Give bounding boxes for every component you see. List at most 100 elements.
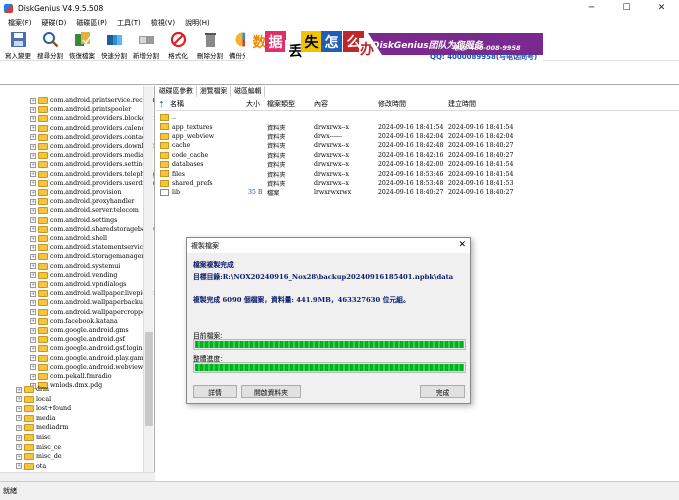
menu-help[interactable]: 說明(H) [180,18,215,28]
delete-partition-button[interactable]: 刪除分割 [194,31,226,61]
expand-icon[interactable]: + [30,263,36,270]
menu-disk[interactable]: 硬碟(D) [37,18,72,28]
tree-item[interactable]: + com.android.proxyhandler [30,197,135,206]
tree-item[interactable]: + com.android.vending [30,271,117,280]
file-row[interactable]: shared_prefs 資料夾 drwxrwx--x 2024-09-16 18:5… [156,179,679,188]
expand-icon[interactable]: + [16,386,22,393]
expand-icon[interactable]: + [30,355,36,362]
search-partition-button[interactable]: 搜尋分割 [34,31,66,61]
expand-icon[interactable]: + [30,318,36,325]
expand-icon[interactable]: + [30,281,36,288]
expand-icon[interactable]: + [30,171,36,178]
expand-icon[interactable]: + [16,453,22,460]
expand-icon[interactable]: + [30,198,36,205]
tree-item[interactable]: + com.android.vpndialogs [30,280,127,289]
expand-icon[interactable]: + [16,415,22,422]
expand-icon[interactable]: + [30,189,36,196]
dialog-close-icon[interactable]: ✕ [458,240,466,250]
minimize-button[interactable]: ─ [574,0,609,16]
tree-item[interactable]: + com.android.providers.media [30,151,144,160]
expand-icon[interactable]: + [30,373,36,380]
sort-up-icon[interactable]: ⇡ [158,100,165,109]
expand-icon[interactable]: + [30,152,36,159]
file-row[interactable]: databases 資料夾 drwxrwx--x 2024-09-16 18:42:0… [156,160,679,169]
tree-item[interactable]: + com.android.providers.calendar [30,124,152,133]
tree-item[interactable]: + com.android.providers.settings [30,160,150,169]
tree-item[interactable]: + lost+found [16,404,71,413]
expand-icon[interactable]: + [30,309,36,316]
expand-icon[interactable]: + [30,235,36,242]
column-name[interactable]: 名稱 [170,99,184,109]
file-row[interactable]: app_textures 資料夾 drwxrwx--x 2024-09-16 18:4… [156,122,679,132]
tree-item[interactable]: + com.android.wallpaperbackup [30,298,147,307]
tree-item[interactable]: + com.facebook.katana [30,317,118,326]
expand-icon[interactable]: + [30,143,36,150]
tree-item[interactable]: + com.android.storagemanager [30,252,144,261]
tab-partition-params[interactable]: 磁碟區參數 [156,86,197,97]
file-row[interactable]: .. [156,113,679,122]
expand-icon[interactable]: + [30,345,36,352]
tree-item[interactable]: + com.android.providers.blockednum [30,114,154,123]
tree-item[interactable]: + mediadrm [16,423,69,432]
expand-icon[interactable]: + [30,336,36,343]
tree-item[interactable]: + com.android.provision [30,188,121,197]
expand-icon[interactable]: + [30,244,36,251]
tree-item[interactable]: + ota [16,462,46,471]
tree-item[interactable]: + com.google.android.gms [30,326,129,335]
expand-icon[interactable]: + [16,444,22,451]
expand-icon[interactable]: + [16,424,22,431]
tree-item[interactable]: + com.android.providers.telephony [30,170,154,179]
tree-item[interactable]: + com.android.printservice.recommen [30,96,154,105]
expand-icon[interactable]: + [30,299,36,306]
expand-icon[interactable]: + [30,97,36,104]
quick-partition-button[interactable]: 快速分割 [98,31,130,61]
recover-files-button[interactable]: 恢復檔案 [66,31,98,61]
column-size[interactable]: 大小 [246,99,260,109]
details-button[interactable]: 詳情 [193,385,237,398]
tree-vertical-scrollbar[interactable] [143,86,153,472]
file-row[interactable]: lib 35 B 檔案 lrwxrwxrwx 2024-09-16 18:40:27 20… [156,188,679,197]
file-row[interactable]: files 資料夾 drwxrwx--x 2024-09-16 18:53:46 202… [156,169,679,179]
tab-sector-editor[interactable]: 磁區編輯 [231,86,266,97]
tree-item[interactable]: + com.android.providers.userdictiona [30,179,154,188]
expand-icon[interactable]: + [30,290,36,297]
file-row[interactable]: app_webview 資料夾 drwx------ 2024-09-16 18:42… [156,132,679,141]
tree-item[interactable]: + com.google.android.gsf [30,335,125,344]
tree-item[interactable]: + misc_de [16,452,62,461]
tree-item[interactable]: + com.android.printspooler [30,105,131,114]
tree-item[interactable]: + drm [16,385,49,394]
tab-browse-files[interactable]: 瀏覽檔案 [196,86,232,97]
expand-icon[interactable]: + [16,405,22,412]
expand-icon[interactable]: + [30,327,36,334]
expand-icon[interactable]: + [16,434,22,441]
expand-icon[interactable]: + [30,106,36,113]
close-button[interactable]: ✕ [644,0,679,16]
open-folder-button[interactable]: 開啟資料夾 [241,385,301,398]
maximize-button[interactable]: ☐ [609,0,644,16]
expand-icon[interactable]: + [16,463,22,470]
tree-item[interactable]: + com.android.settings [30,216,117,225]
tree-item[interactable]: + com.google.android.play.games [30,354,151,363]
tree-item[interactable]: + misc [16,433,51,442]
tree-item[interactable]: + com.android.providers.downloads [30,142,154,151]
tree-item[interactable]: + com.android.statementservice [30,243,147,252]
expand-icon[interactable]: + [30,272,36,279]
format-button[interactable]: 格式化 [162,31,194,61]
expand-icon[interactable]: + [30,180,36,187]
expand-icon[interactable]: + [30,217,36,224]
tree-item[interactable]: + com.android.server.telecom [30,206,139,215]
expand-icon[interactable]: + [30,253,36,260]
expand-icon[interactable]: + [30,226,36,233]
expand-icon[interactable]: + [16,396,22,403]
tree-horizontal-scrollbar[interactable] [0,472,155,481]
tree-item[interactable]: + com.android.wallpapercropper [30,308,149,317]
tree-item[interactable]: + com.android.systemui [30,262,120,271]
tree-item[interactable]: + com.pekall.fmradio [30,372,112,381]
tree-item[interactable]: + com.android.shell [30,234,107,243]
column-modified[interactable]: 修改時間 [378,99,406,109]
menu-view[interactable]: 檢視(V) [146,18,180,28]
column-type[interactable]: 檔案類型 [267,99,295,109]
tree-item[interactable]: + com.google.android.gsf.login [30,344,143,353]
file-row[interactable]: code_cache 資料夾 drwxrwx--x 2024-09-16 18:42:… [156,151,679,160]
expand-icon[interactable]: + [30,134,36,141]
